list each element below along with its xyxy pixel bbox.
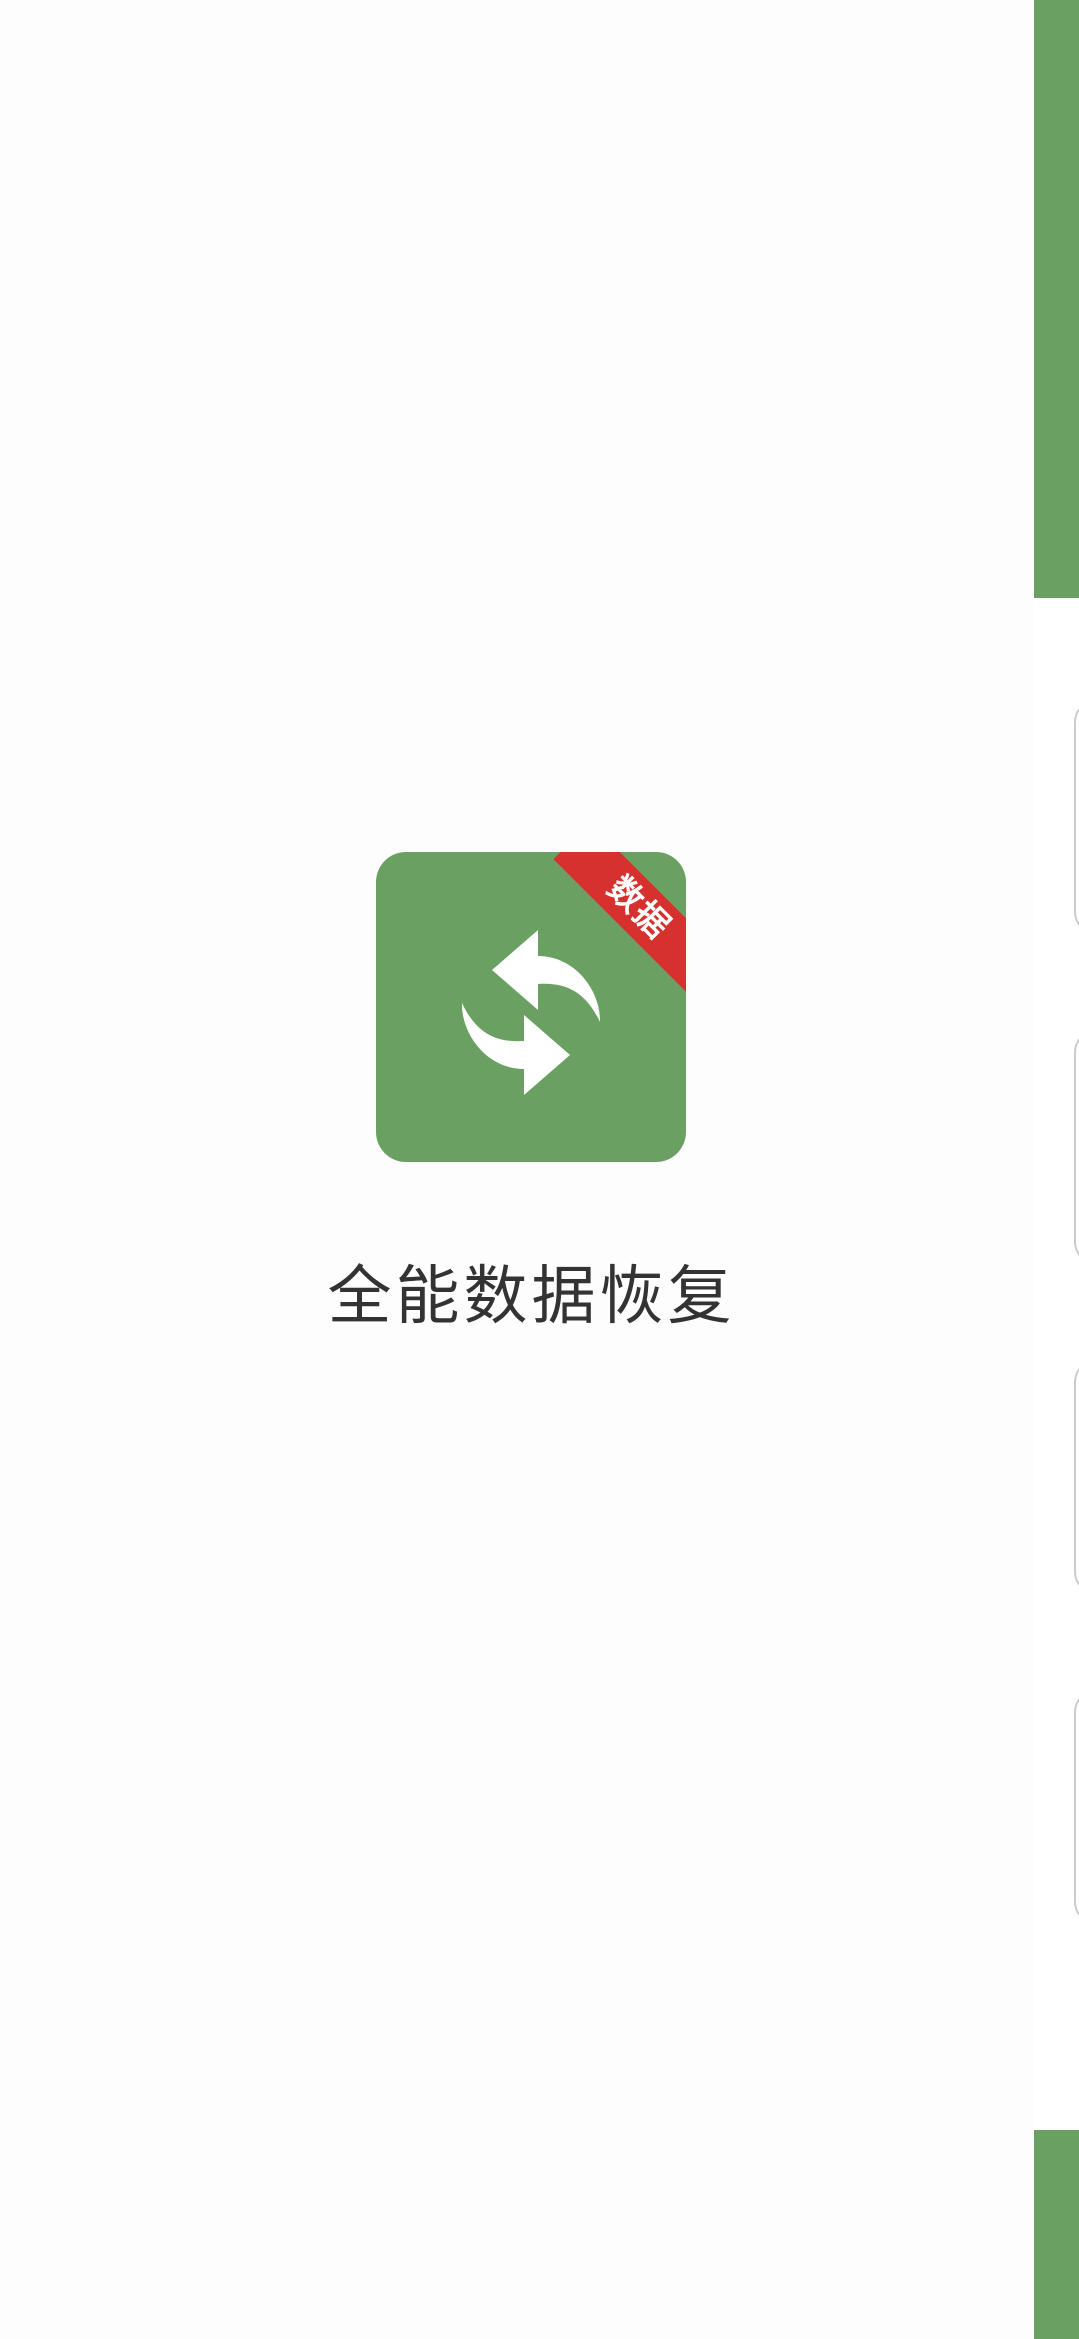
app-logo: 数据: [376, 852, 686, 1162]
edge-footer-block: [1034, 2130, 1079, 2339]
next-screen-edge: [1034, 0, 1079, 2339]
edge-header-block: [1034, 0, 1079, 598]
edge-card: [1074, 1360, 1079, 1594]
sync-arrows-icon: [461, 930, 601, 1095]
edge-card: [1074, 1690, 1079, 1924]
app-title: 全能数据恢复: [327, 1260, 736, 1334]
edge-card: [1074, 700, 1079, 934]
splash-screen: 数据 全能数据恢复: [0, 0, 1034, 2339]
edge-card: [1074, 1030, 1079, 1264]
